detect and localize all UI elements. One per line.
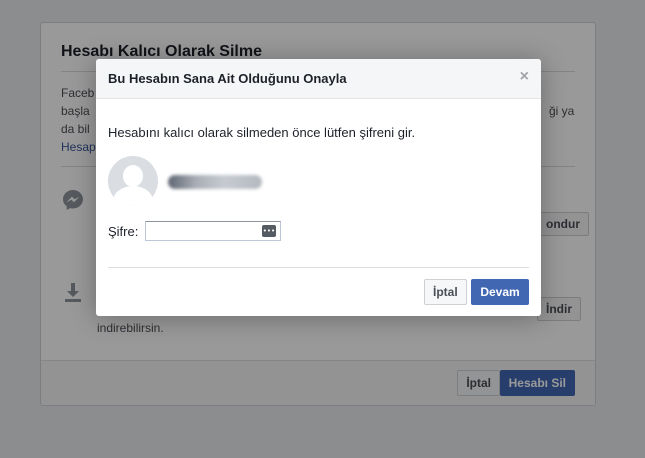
close-icon[interactable]: × [520, 68, 529, 86]
password-input[interactable] [145, 221, 281, 241]
continue-button[interactable]: Devam [471, 279, 529, 305]
confirm-identity-dialog: Bu Hesabın Sana Ait Olduğunu Onayla × He… [96, 59, 541, 316]
avatar-head-shape [123, 165, 143, 187]
avatar-body-shape [113, 186, 153, 206]
dialog-divider [108, 267, 529, 268]
cancel-button[interactable]: İptal [424, 279, 467, 305]
password-manager-key-icon[interactable]: ••• [262, 225, 276, 237]
blurred-username [168, 175, 262, 189]
dialog-message: Hesabını kalıcı olarak silmeden önce lüt… [108, 125, 416, 140]
dialog-title: Bu Hesabın Sana Ait Olduğunu Onayla [108, 71, 347, 86]
avatar [108, 156, 158, 206]
password-label: Şifre: [108, 224, 139, 239]
dialog-header: Bu Hesabın Sana Ait Olduğunu Onayla × [96, 59, 541, 99]
